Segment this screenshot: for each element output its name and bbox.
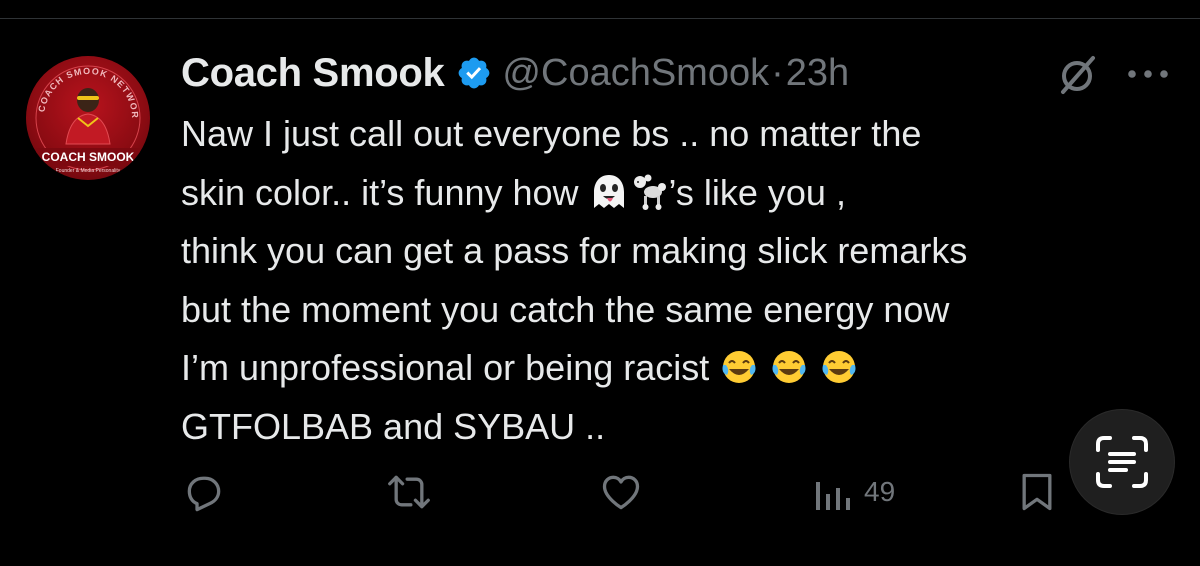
views-chart-icon	[816, 482, 850, 510]
tweet-line: I’m unprofessional or being racist	[181, 339, 1191, 398]
tweet-header: Coach Smook @CoachSmook · 23h	[181, 48, 849, 98]
author-handle[interactable]: @CoachSmook	[502, 52, 769, 95]
avatar[interactable]: COACH SMOOK NETWORK COACH SMOOK Founder …	[26, 56, 150, 180]
display-name[interactable]: Coach Smook	[181, 51, 445, 96]
tears-of-joy-emoji	[822, 351, 856, 383]
tweet-line-segment: I’m unprofessional or being racist	[181, 347, 720, 388]
separator-dot: ·	[771, 51, 784, 94]
bookmark-icon	[1022, 473, 1052, 511]
tweet-line: Naw I just call out everyone bs .. no ma…	[181, 113, 922, 154]
views-button[interactable]: 49	[812, 470, 895, 514]
tweet-line-segment: ’s like you ,	[668, 171, 846, 213]
grok-icon[interactable]	[1055, 52, 1101, 98]
text-scan-button[interactable]	[1070, 410, 1174, 514]
top-divider	[0, 18, 1200, 19]
tears-of-joy-emoji	[772, 351, 806, 383]
verified-badge-icon[interactable]	[456, 55, 492, 91]
tears-of-joy-emoji	[722, 351, 756, 383]
ghost-emoji	[593, 174, 624, 208]
retweet-icon	[388, 475, 430, 509]
tweet-line-segment: skin color.. it’s funny how	[181, 171, 589, 213]
retweet-button[interactable]	[384, 470, 434, 514]
like-icon	[602, 475, 640, 510]
views-count: 49	[864, 476, 896, 507]
bookmark-button[interactable]	[1018, 470, 1056, 514]
tweet-line: but the moment you catch the same energy…	[181, 288, 950, 330]
reply-button[interactable]	[182, 470, 226, 514]
avatar-subtitle-text: Founder & Media Personality	[56, 168, 121, 174]
poodle-emoji	[633, 174, 666, 210]
tweet-line: skin color.. it’s funny how ’s like you …	[181, 164, 1191, 223]
avatar-name-text: COACH SMOOK	[42, 150, 135, 164]
text-scan-icon	[1096, 436, 1148, 488]
tweet-line: GTFOLBAB and SYBAU ..	[181, 405, 606, 447]
reply-icon	[187, 476, 221, 512]
like-button[interactable]	[598, 470, 644, 514]
tweet-text: Naw I just call out everyone bs .. no ma…	[181, 105, 1191, 456]
timestamp[interactable]: 23h	[786, 52, 849, 95]
tweet-line: think you can get a pass for making slic…	[181, 230, 968, 271]
more-options-icon[interactable]	[1126, 64, 1170, 84]
